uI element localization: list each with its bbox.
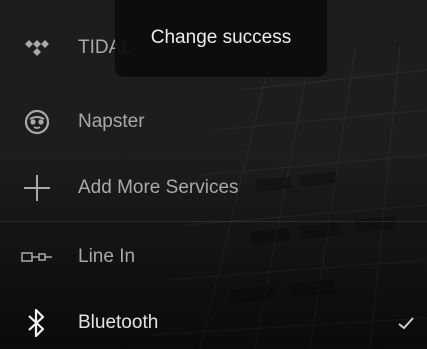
- input-item-bluetooth[interactable]: Bluetooth: [0, 290, 427, 349]
- music-source-screen: TIDAL Napster Add More Services Line In …: [0, 0, 427, 349]
- checkmark-icon: [397, 314, 415, 332]
- tidal-icon: [20, 31, 54, 65]
- bluetooth-icon: [20, 306, 54, 340]
- napster-icon: [20, 105, 54, 139]
- input-label: Line In: [78, 246, 136, 267]
- toast-message: Change success: [150, 27, 292, 48]
- input-item-line-in[interactable]: Line In: [0, 224, 427, 290]
- service-label: Napster: [78, 111, 145, 132]
- input-label: Bluetooth: [78, 312, 159, 333]
- plus-icon: [20, 171, 54, 205]
- service-label: Add More Services: [78, 177, 239, 198]
- line-in-icon: [20, 240, 54, 274]
- add-more-services-button[interactable]: Add More Services: [0, 155, 427, 221]
- section-divider: [0, 221, 427, 222]
- change-success-toast: Change success: [115, 0, 327, 77]
- service-item-napster[interactable]: Napster: [0, 89, 427, 155]
